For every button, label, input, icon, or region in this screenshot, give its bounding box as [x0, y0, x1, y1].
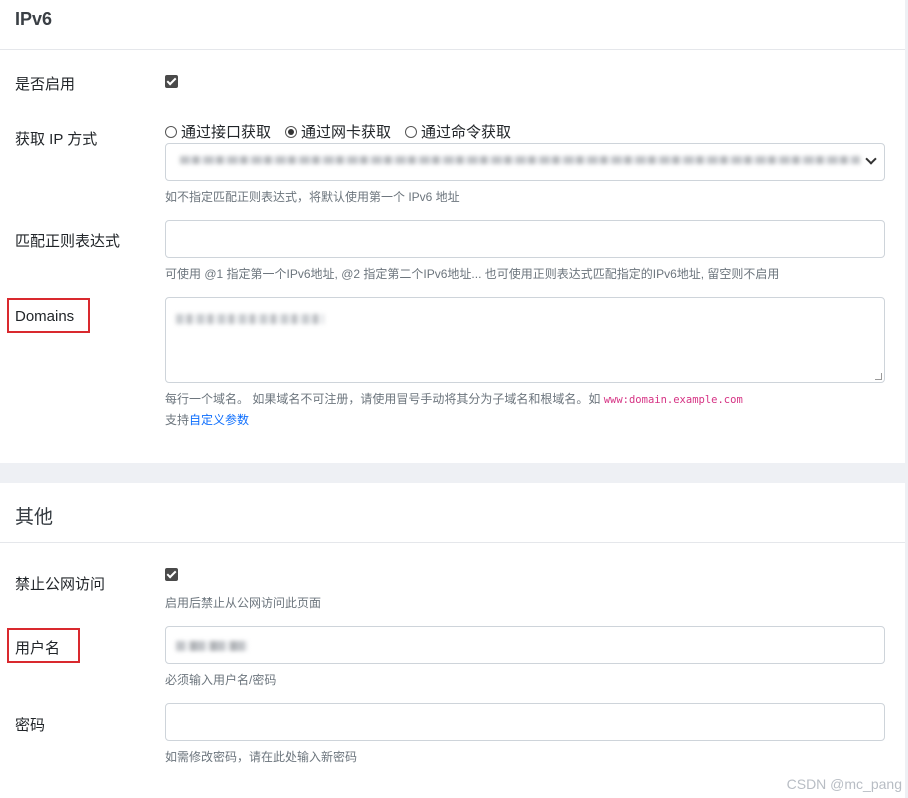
domains-textarea[interactable] — [165, 297, 885, 383]
radio-via-nic[interactable]: 通过网卡获取 — [285, 121, 391, 142]
disable-public-hint: 启用后禁止从公网访问此页面 — [165, 596, 322, 610]
radio-via-api-label: 通过接口获取 — [181, 124, 272, 141]
watermark: CSDN @mc_pang — [786, 776, 902, 792]
redacted-nic-value — [180, 156, 860, 164]
disable-public-checkbox[interactable] — [165, 568, 178, 581]
regex-hint: 可使用 @1 指定第一个IPv6地址, @2 指定第二个IPv6地址... 也可… — [165, 267, 780, 281]
nic-select-hint: 如不指定匹配正则表达式，将默认使用第一个 IPv6 地址 — [165, 190, 460, 204]
radio-icon[interactable] — [405, 125, 418, 138]
disable-public-label: 禁止公网访问 — [15, 576, 106, 593]
username-input[interactable] — [165, 626, 885, 664]
password-input[interactable] — [165, 703, 885, 741]
nic-select[interactable] — [165, 143, 885, 181]
custom-params-link[interactable]: 自定义参数 — [189, 413, 249, 427]
chevron-down-icon — [865, 153, 877, 165]
domains-support-hint: 支持自定义参数 — [165, 411, 249, 428]
regex-input[interactable] — [165, 220, 885, 258]
redacted-domain-value — [176, 314, 324, 324]
radio-via-command[interactable]: 通过命令获取 — [405, 121, 511, 142]
password-label: 密码 — [15, 717, 46, 734]
radio-via-api[interactable]: 通过接口获取 — [165, 121, 271, 142]
ipv6-card-title: IPv6 — [15, 9, 53, 29]
username-label: 用户名 — [15, 640, 61, 657]
enable-checkbox[interactable] — [165, 75, 178, 88]
username-hint: 必须输入用户名/密码 — [165, 673, 277, 687]
support-prefix: 支持 — [165, 413, 190, 427]
enable-label: 是否启用 — [15, 76, 76, 93]
radio-selected-icon[interactable] — [285, 125, 298, 138]
password-hint: 如需修改密码，请在此处输入新密码 — [165, 750, 358, 764]
radio-via-nic-label: 通过网卡获取 — [301, 124, 392, 141]
redacted-username-value — [176, 641, 248, 651]
get-ip-label: 获取 IP 方式 — [15, 131, 98, 148]
other-card-header: 其他 — [0, 483, 905, 543]
domains-hint-example: www:domain.example.com — [603, 394, 743, 406]
domains-hint-text: 每行一个域名。 如果域名不可注册，请使用冒号手动将其分为子域名和根域名。如 — [165, 392, 601, 406]
radio-icon[interactable] — [165, 125, 177, 138]
domains-label: Domains — [15, 308, 75, 325]
ipv6-card-header: IPv6 — [0, 0, 905, 50]
ipv6-card: IPv6 是否启用 获取 IP 方式 通过接口获取 通过网卡获取 通过命令获取 … — [0, 0, 905, 463]
resize-handle-icon[interactable] — [875, 373, 882, 380]
radio-via-command-label: 通过命令获取 — [421, 124, 512, 141]
regex-label: 匹配正则表达式 — [15, 233, 121, 250]
get-ip-radio-group: 通过接口获取 通过网卡获取 通过命令获取 — [165, 121, 511, 142]
domains-hint: 每行一个域名。 如果域名不可注册，请使用冒号手动将其分为子域名和根域名。如 ww… — [165, 390, 743, 407]
other-card: 其他 禁止公网访问 启用后禁止从公网访问此页面 用户名 必须输入用户名/密码 密… — [0, 483, 905, 798]
other-card-title: 其他 — [15, 507, 54, 528]
